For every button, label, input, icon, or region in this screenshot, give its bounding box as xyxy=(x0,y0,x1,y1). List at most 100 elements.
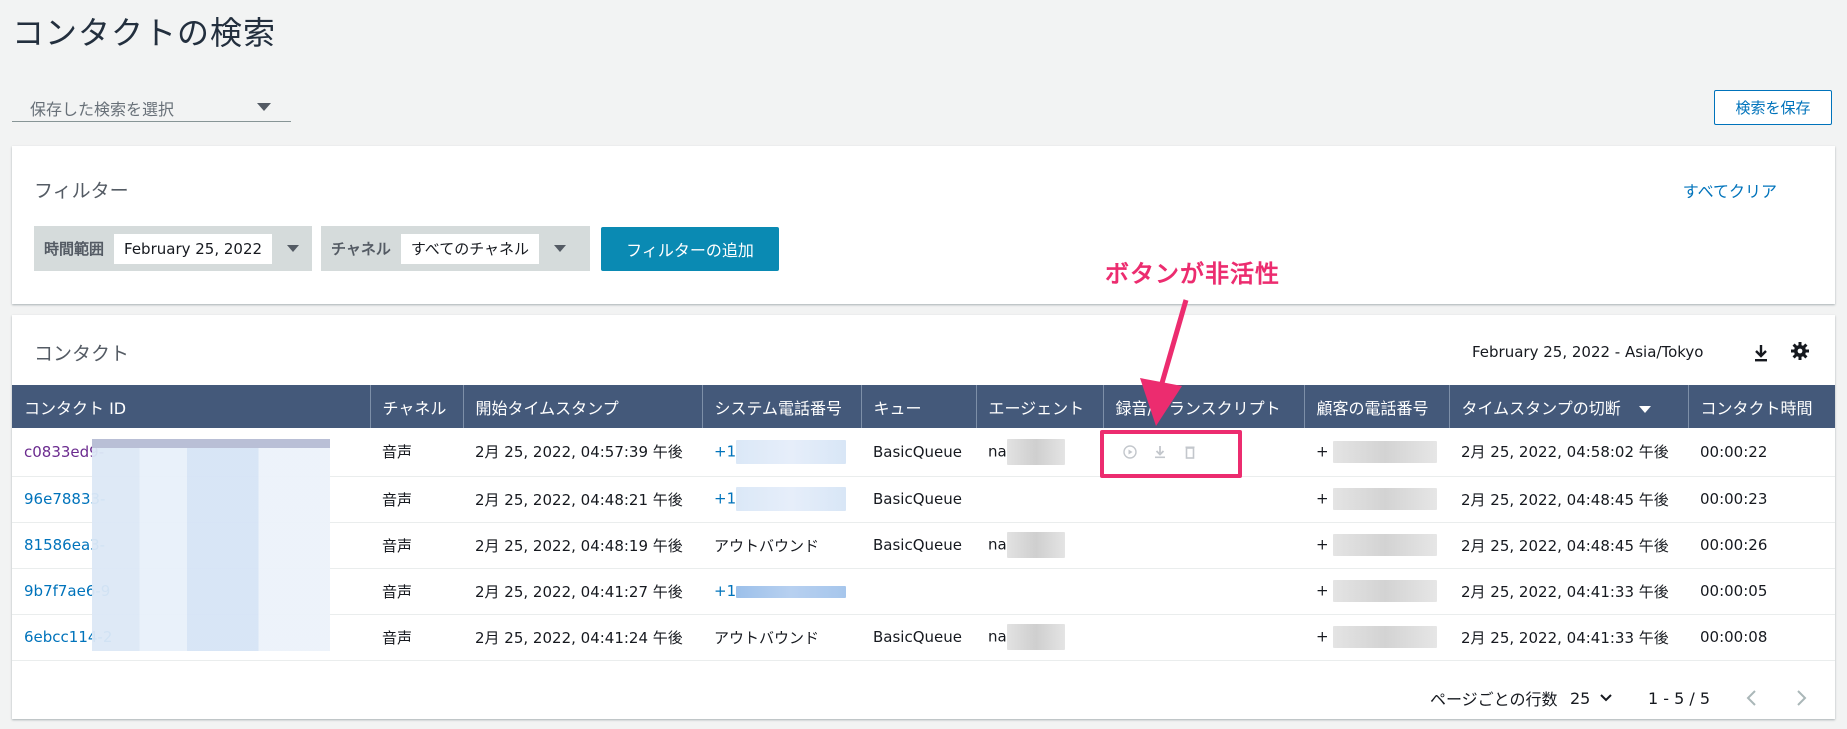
agent-name: na xyxy=(988,535,1007,554)
system-phone-cell: +1 xyxy=(702,428,861,477)
channel-cell: 音声 xyxy=(370,522,463,569)
add-filter-button[interactable]: フィルターの追加 xyxy=(601,227,779,271)
disconnect-timestamp-cell: 2月 25, 2022, 04:58:02 午後 xyxy=(1449,428,1688,477)
redacted-phone xyxy=(1333,534,1438,556)
filter-title: フィルター xyxy=(34,180,129,202)
date-timezone-label: February 25, 2022 - Asia/Tokyo xyxy=(1472,343,1704,361)
clear-all-link[interactable]: すべてクリア xyxy=(1683,178,1777,202)
redacted-agent xyxy=(1006,624,1065,650)
table-header-row: コンタクト ID チャネル 開始タイムスタンプ システム電話番号 キュー エージ… xyxy=(12,385,1835,428)
redacted-phone xyxy=(736,585,847,598)
start-timestamp-cell: 2月 25, 2022, 04:41:27 午後 xyxy=(463,568,702,615)
column-header-disconnect-timestamp[interactable]: タイムスタンプの切断 xyxy=(1449,385,1689,428)
duration-cell: 00:00:23 xyxy=(1688,476,1835,523)
queue-cell: BasicQueue xyxy=(861,614,976,661)
column-header-channel[interactable]: チャネル xyxy=(370,385,464,428)
chevron-right-icon xyxy=(1797,690,1807,706)
channel-label: チャネル xyxy=(331,240,391,258)
time-range-label: 時間範囲 xyxy=(44,240,105,258)
download-icon[interactable] xyxy=(1752,343,1770,363)
annotation-highlight-box xyxy=(1100,430,1242,478)
column-header-system-phone[interactable]: システム電話番号 xyxy=(702,385,862,428)
agent-cell xyxy=(976,568,1103,615)
customer-phone-cell: + xyxy=(1304,428,1449,477)
channel-cell: 音声 xyxy=(370,428,463,477)
pagination-range: 1 - 5 / 5 xyxy=(1648,688,1711,708)
save-search-button[interactable]: 検索を保存 xyxy=(1714,90,1832,125)
contacts-title: コンタクト xyxy=(34,343,130,365)
agent-name: na xyxy=(988,442,1007,461)
channel-value[interactable]: すべてのチャネル xyxy=(400,233,540,264)
next-page-button[interactable] xyxy=(1794,683,1808,713)
start-timestamp-cell: 2月 25, 2022, 04:48:21 午後 xyxy=(463,476,702,523)
recording-cell xyxy=(1103,568,1304,615)
column-header-contact-id[interactable]: コンタクト ID xyxy=(12,385,371,428)
queue-cell xyxy=(861,568,976,615)
saved-search-select[interactable]: 保存した検索を選択 xyxy=(12,92,291,122)
time-range-filter[interactable]: 時間範囲 February 25, 2022 xyxy=(34,226,312,271)
system-phone-cell: +1 xyxy=(702,476,861,523)
disconnect-timestamp-cell: 2月 25, 2022, 04:41:33 午後 xyxy=(1449,614,1688,661)
duration-cell: 00:00:05 xyxy=(1688,568,1835,615)
redacted-agent xyxy=(1006,532,1065,558)
time-range-value[interactable]: February 25, 2022 xyxy=(114,233,273,264)
sort-descending-icon[interactable] xyxy=(1638,405,1651,413)
customer-phone-cell: + xyxy=(1304,568,1449,615)
chevron-down-icon xyxy=(257,103,271,111)
redacted-contact-ids xyxy=(92,439,330,651)
duration-cell: 00:00:08 xyxy=(1688,614,1835,661)
column-header-customer-phone[interactable]: 顧客の電話番号 xyxy=(1304,385,1450,428)
system-phone-link[interactable]: +1 xyxy=(714,582,736,600)
start-timestamp-cell: 2月 25, 2022, 04:57:39 午後 xyxy=(463,428,702,477)
rows-per-page-label: ページごとの行数 xyxy=(1430,690,1558,709)
customer-phone: + xyxy=(1316,489,1329,508)
queue-cell: BasicQueue xyxy=(861,476,976,523)
duration-cell: 00:00:22 xyxy=(1688,428,1835,477)
disconnect-timestamp-cell: 2月 25, 2022, 04:48:45 午後 xyxy=(1449,522,1688,569)
customer-phone: + xyxy=(1316,442,1329,461)
redacted-phone xyxy=(1333,580,1438,602)
channel-cell: 音声 xyxy=(370,568,463,615)
disconnect-timestamp-cell: 2月 25, 2022, 04:41:33 午後 xyxy=(1449,568,1688,615)
channel-cell: 音声 xyxy=(370,476,463,523)
filter-panel: フィルター すべてクリア 時間範囲 February 25, 2022 チャネル… xyxy=(12,146,1835,304)
redacted-phone xyxy=(1333,626,1438,648)
channel-filter[interactable]: チャネル すべてのチャネル xyxy=(321,226,590,271)
chevron-down-icon[interactable] xyxy=(554,245,567,252)
redacted-phone xyxy=(1333,440,1438,463)
system-phone-cell: アウトバウンド xyxy=(702,522,861,569)
column-header-start-timestamp[interactable]: 開始タイムスタンプ xyxy=(463,385,703,428)
customer-phone-cell: + xyxy=(1304,614,1449,661)
chevron-down-icon[interactable] xyxy=(287,245,300,252)
agent-cell: na xyxy=(976,428,1103,477)
page-title: コンタクトの検索 xyxy=(12,14,277,52)
system-phone-link[interactable]: +1 xyxy=(714,442,736,460)
column-header-queue[interactable]: キュー xyxy=(861,385,977,428)
channel-cell: 音声 xyxy=(370,614,463,661)
column-header-contact-duration[interactable]: コンタクト時間 xyxy=(1688,385,1835,428)
column-header-agent[interactable]: エージェント xyxy=(976,385,1104,428)
customer-phone-cell: + xyxy=(1304,522,1449,569)
system-phone-cell: アウトバウンド xyxy=(702,614,861,661)
recording-cell xyxy=(1103,614,1304,661)
agent-cell xyxy=(976,476,1103,523)
customer-phone: + xyxy=(1316,535,1329,554)
agent-cell: na xyxy=(976,614,1103,661)
chevron-left-icon xyxy=(1746,690,1756,706)
chevron-down-icon[interactable] xyxy=(1600,683,1612,713)
duration-cell: 00:00:26 xyxy=(1688,522,1835,569)
queue-cell: BasicQueue xyxy=(861,428,976,477)
rows-per-page-select[interactable]: 25 xyxy=(1570,683,1590,713)
previous-page-button[interactable] xyxy=(1745,683,1759,713)
gear-icon[interactable] xyxy=(1790,341,1810,361)
redacted-phone xyxy=(736,487,847,511)
queue-cell: BasicQueue xyxy=(861,522,976,569)
column-header-disconnect-label: タイムスタンプの切断 xyxy=(1461,398,1621,418)
annotation-arrow xyxy=(1140,299,1189,426)
customer-phone: + xyxy=(1316,581,1329,600)
agent-cell: na xyxy=(976,522,1103,569)
redacted-phone xyxy=(736,439,847,464)
redacted-contact-ids-edge xyxy=(92,439,330,448)
annotation-label: ボタンが非活性 xyxy=(1105,260,1280,288)
system-phone-link[interactable]: +1 xyxy=(714,490,736,508)
